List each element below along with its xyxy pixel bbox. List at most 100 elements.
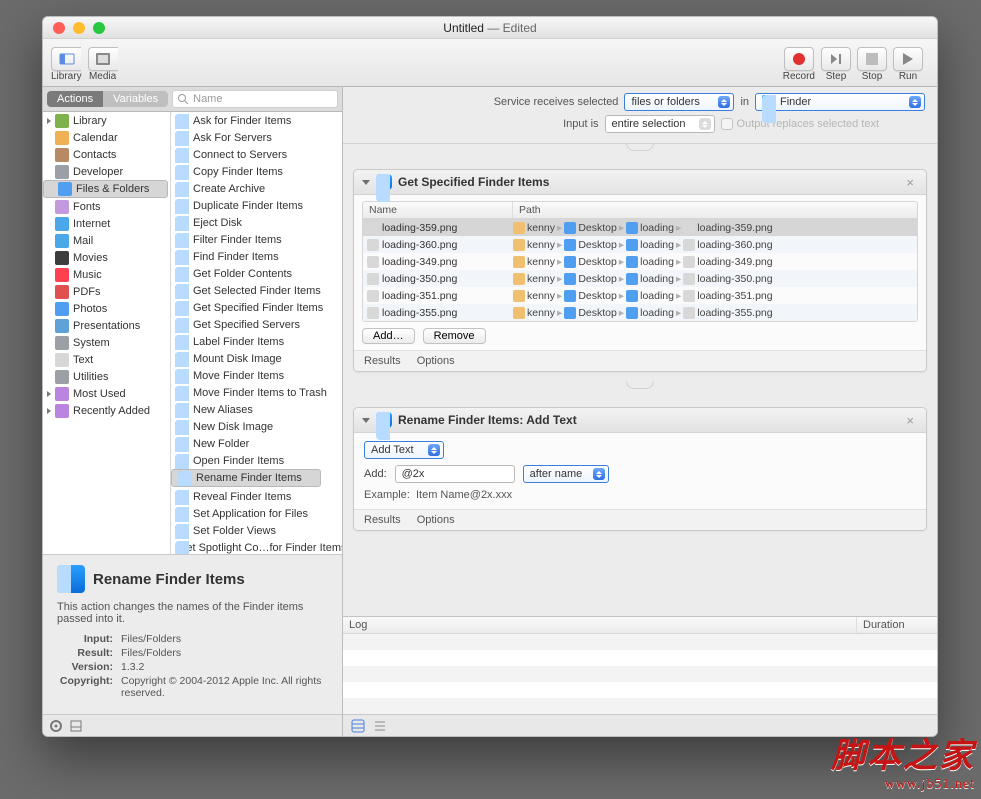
action-item[interactable]: Connect to Servers: [171, 146, 342, 163]
gear-icon[interactable]: [49, 719, 63, 733]
add-button[interactable]: Add…: [362, 328, 415, 344]
action-item[interactable]: Set Spotlight Co…for Finder Items: [171, 539, 342, 554]
action-item[interactable]: Ask For Servers: [171, 129, 342, 146]
disclosure-icon[interactable]: [362, 418, 370, 423]
action-item[interactable]: New Folder: [171, 435, 342, 452]
category-most-used[interactable]: Most Used: [43, 385, 170, 402]
table-row[interactable]: loading-355.pngkenny▸Desktop▸loading▸loa…: [363, 304, 917, 321]
duration-col[interactable]: Duration: [857, 617, 937, 633]
log-col[interactable]: Log: [343, 617, 857, 633]
close-action-icon[interactable]: ×: [902, 175, 918, 190]
category-label: Most Used: [73, 388, 126, 400]
action-item[interactable]: Open Finder Items: [171, 452, 342, 469]
action-item[interactable]: Reveal Finder Items: [171, 488, 342, 505]
category-icon: [55, 404, 69, 418]
close-action-icon[interactable]: ×: [902, 413, 918, 428]
finder-icon: [175, 148, 189, 162]
category-label: PDFs: [73, 286, 101, 298]
log-view-icon[interactable]: [373, 719, 387, 733]
category-calendar[interactable]: Calendar: [43, 129, 170, 146]
action-item[interactable]: Mount Disk Image: [171, 350, 342, 367]
col-path[interactable]: Path: [513, 202, 547, 218]
action-item[interactable]: Set Folder Views: [171, 522, 342, 539]
action-item[interactable]: Move Finder Items: [171, 367, 342, 384]
rename-mode-select[interactable]: Add Text: [364, 441, 444, 459]
file-table[interactable]: Name Path loading-359.pngkenny▸Desktop▸l…: [362, 201, 918, 322]
remove-button[interactable]: Remove: [423, 328, 486, 344]
finder-icon: [175, 301, 189, 315]
action-item[interactable]: Get Specified Servers: [171, 316, 342, 333]
category-developer[interactable]: Developer: [43, 163, 170, 180]
category-label: Contacts: [73, 149, 116, 161]
options-button[interactable]: Options: [417, 355, 455, 367]
action-item[interactable]: Find Finder Items: [171, 248, 342, 265]
category-contacts[interactable]: Contacts: [43, 146, 170, 163]
service-app-select[interactable]: Finder: [755, 93, 925, 111]
action-item[interactable]: Get Folder Contents: [171, 265, 342, 282]
action-rename-finder-items: Rename Finder Items: Add Text × Add Text…: [353, 407, 927, 531]
action-item[interactable]: Ask for Finder Items: [171, 112, 342, 129]
add-text-input[interactable]: [395, 465, 515, 483]
stop-button[interactable]: Stop: [857, 47, 887, 82]
action-item[interactable]: Label Finder Items: [171, 333, 342, 350]
category-fonts[interactable]: Fonts: [43, 198, 170, 215]
action-item[interactable]: New Disk Image: [171, 418, 342, 435]
collapse-icon[interactable]: [69, 719, 83, 733]
workflow-view-icon[interactable]: [351, 719, 365, 733]
action-item[interactable]: Filter Finder Items: [171, 231, 342, 248]
category-label: Text: [73, 354, 93, 366]
library-button[interactable]: Library: [51, 47, 82, 82]
options-button[interactable]: Options: [417, 514, 455, 526]
category-library[interactable]: Library: [43, 112, 170, 129]
category-recently-added[interactable]: Recently Added: [43, 402, 170, 419]
table-row[interactable]: loading-359.pngkenny▸Desktop▸loading▸loa…: [363, 219, 917, 236]
table-row[interactable]: loading-360.pngkenny▸Desktop▸loading▸loa…: [363, 236, 917, 253]
table-row[interactable]: loading-349.pngkenny▸Desktop▸loading▸loa…: [363, 253, 917, 270]
input-is-select[interactable]: entire selection: [605, 115, 715, 133]
tab-actions[interactable]: Actions: [47, 91, 103, 107]
folder-icon: [564, 290, 576, 302]
category-pdfs[interactable]: PDFs: [43, 283, 170, 300]
category-photos[interactable]: Photos: [43, 300, 170, 317]
action-item[interactable]: Get Selected Finder Items: [171, 282, 342, 299]
category-mail[interactable]: Mail: [43, 232, 170, 249]
action-item[interactable]: Move Finder Items to Trash: [171, 384, 342, 401]
action-item[interactable]: Get Specified Finder Items: [171, 299, 342, 316]
category-presentations[interactable]: Presentations: [43, 317, 170, 334]
results-button[interactable]: Results: [364, 514, 401, 526]
tab-variables[interactable]: Variables: [103, 91, 168, 107]
position-select[interactable]: after name: [523, 465, 609, 483]
home-icon: [513, 307, 525, 319]
disclosure-icon[interactable]: [362, 180, 370, 185]
category-internet[interactable]: Internet: [43, 215, 170, 232]
action-item[interactable]: Rename Finder Items: [171, 469, 321, 487]
action-item[interactable]: New Aliases: [171, 401, 342, 418]
table-row[interactable]: loading-350.pngkenny▸Desktop▸loading▸loa…: [363, 270, 917, 287]
category-utilities[interactable]: Utilities: [43, 368, 170, 385]
run-button[interactable]: Run: [893, 47, 923, 82]
action-item[interactable]: Eject Disk: [171, 214, 342, 231]
category-files-folders[interactable]: Files & Folders: [43, 180, 168, 198]
action-item[interactable]: Set Application for Files: [171, 505, 342, 522]
action-list[interactable]: Ask for Finder ItemsAsk For ServersConne…: [171, 112, 342, 554]
workflow-canvas[interactable]: Get Specified Finder Items × Name Path l…: [343, 144, 937, 616]
category-text[interactable]: Text: [43, 351, 170, 368]
category-list[interactable]: LibraryCalendar Contacts DeveloperFiles & …: [43, 112, 171, 554]
folder-icon: [626, 307, 638, 319]
action-item[interactable]: Duplicate Finder Items: [171, 197, 342, 214]
input-is-label: Input is: [563, 118, 598, 130]
category-movies[interactable]: Movies: [43, 249, 170, 266]
media-button[interactable]: Media: [88, 47, 118, 82]
category-music[interactable]: Music: [43, 266, 170, 283]
action-item[interactable]: Create Archive: [171, 180, 342, 197]
category-system[interactable]: System: [43, 334, 170, 351]
step-button[interactable]: Step: [821, 47, 851, 82]
table-row[interactable]: loading-351.pngkenny▸Desktop▸loading▸loa…: [363, 287, 917, 304]
record-button[interactable]: Record: [783, 47, 815, 82]
action-item[interactable]: Copy Finder Items: [171, 163, 342, 180]
service-options: Service receives selected files or folde…: [343, 87, 937, 144]
results-button[interactable]: Results: [364, 355, 401, 367]
service-receives-select[interactable]: files or folders: [624, 93, 734, 111]
col-name[interactable]: Name: [363, 202, 513, 218]
search-input[interactable]: Name: [172, 90, 338, 108]
